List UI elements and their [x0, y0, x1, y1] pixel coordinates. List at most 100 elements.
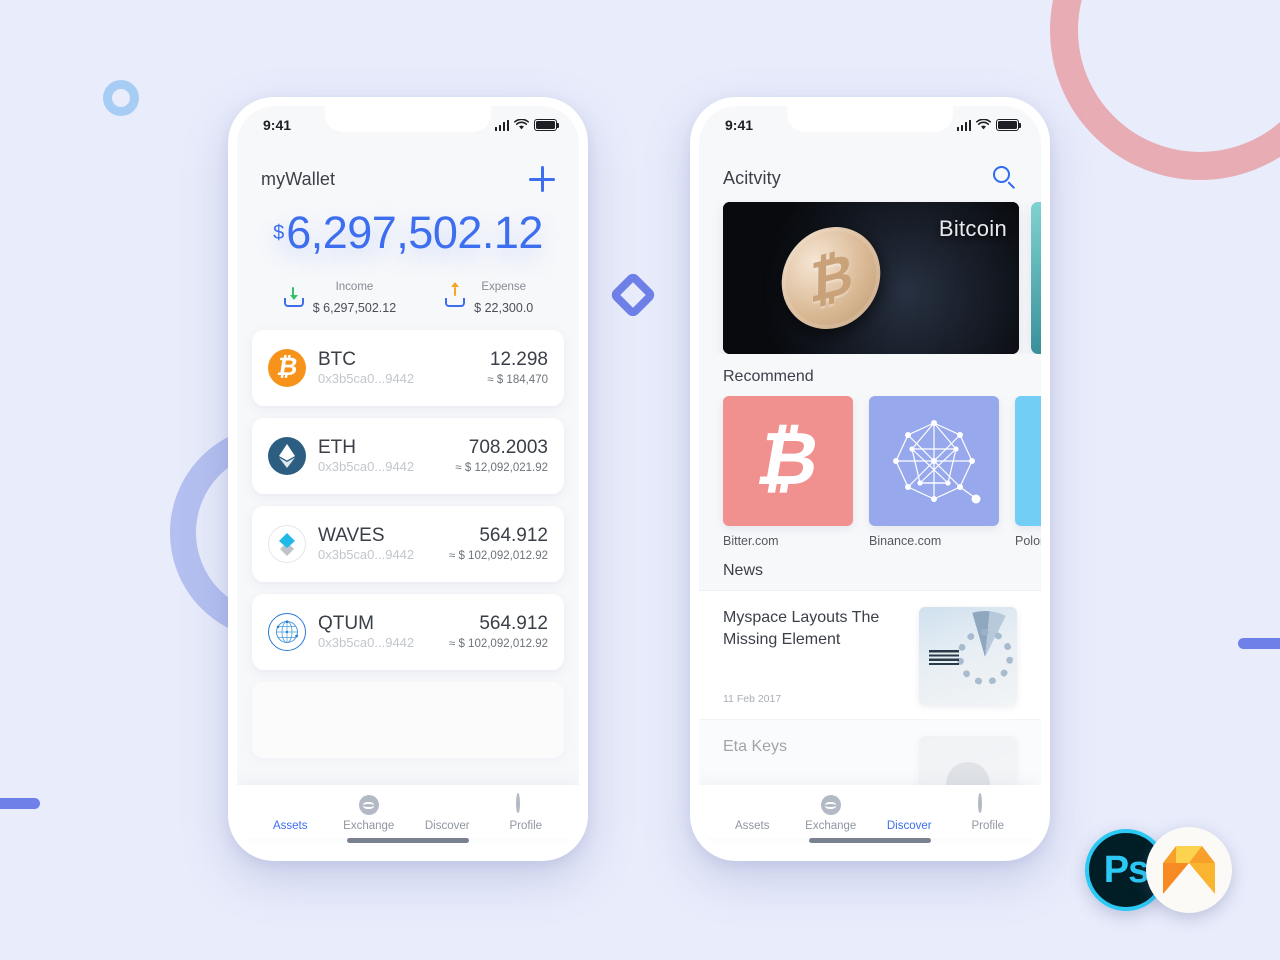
- qtum-coin-icon: [268, 613, 306, 652]
- status-icons: [494, 119, 560, 131]
- bottom-tab-bar: Assets Exchange Discover Profile: [237, 785, 579, 838]
- wallet-screen: 9:41 myWallet $ 6,297,502.12 Income $ 6,…: [237, 106, 579, 852]
- asset-amount: 708.2003: [468, 436, 548, 458]
- phone-discover: 9:41 Acitvity ₿ Bitcoin Recommend ₿ Bitt…: [690, 97, 1050, 861]
- asset-amount: 564.912: [479, 612, 548, 634]
- status-icons: [956, 119, 1022, 131]
- wifi-icon: [976, 119, 991, 130]
- battery-icon: [534, 119, 560, 131]
- btc-coin-icon: ₿: [268, 349, 306, 388]
- add-wallet-button[interactable]: [529, 166, 555, 192]
- discover-screen: 9:41 Acitvity ₿ Bitcoin Recommend ₿ Bitt…: [699, 106, 1041, 852]
- expense-icon: [444, 281, 466, 308]
- tab-label: Profile: [509, 820, 543, 832]
- home-indicator[interactable]: [237, 838, 579, 852]
- tab-exchange[interactable]: Exchange: [334, 795, 404, 832]
- table-row[interactable]: QTUM 0x3b5ca0...9442 564.912 ≈ $ 102,092…: [252, 594, 564, 671]
- list-item[interactable]: Eta Keys: [699, 719, 1041, 785]
- asset-amount: 12.298: [489, 348, 548, 370]
- ibm-logo-icon: [929, 648, 959, 665]
- banner-bitcoin[interactable]: ₿ Bitcoin: [723, 202, 1019, 354]
- exchange-icon: [358, 795, 379, 815]
- binance-network-icon: [869, 396, 999, 526]
- tab-discover[interactable]: Discover: [874, 795, 944, 832]
- tab-profile[interactable]: Profile: [953, 793, 1023, 832]
- search-icon[interactable]: [993, 166, 1017, 190]
- list-item[interactable]: Polone: [1015, 396, 1041, 548]
- bottom-tab-bar: Assets Exchange Discover Profile: [699, 785, 1041, 838]
- asset-fiat-value: ≈ $ 184,470: [487, 373, 548, 386]
- status-time: 9:41: [725, 117, 754, 133]
- table-row[interactable]: ₿ BTC 0x3b5ca0...9442 12.298 ≈ $ 184,470: [252, 330, 564, 407]
- expense-value: $ 22,300.0: [474, 300, 534, 315]
- expense-label: Expense: [481, 281, 527, 293]
- balance-currency-symbol: $: [273, 222, 285, 244]
- recommend-carousel[interactable]: ₿ Bitter.com Binance.com Polo: [699, 396, 1041, 548]
- status-time: 9:41: [263, 117, 292, 133]
- table-row[interactable]: ETH 0x3b5ca0...9442 708.2003 ≈ $ 12,092,…: [252, 418, 564, 495]
- tab-assets[interactable]: Assets: [255, 795, 325, 832]
- table-row-partial[interactable]: [252, 682, 564, 759]
- asset-address: 0x3b5ca0...9442: [318, 546, 415, 562]
- tab-exchange[interactable]: Exchange: [796, 795, 866, 832]
- tab-discover[interactable]: Discover: [412, 795, 482, 832]
- sketch-badge-icon: [1146, 827, 1232, 913]
- table-row[interactable]: WAVES 0x3b5ca0...9442 564.912 ≈ $ 102,09…: [252, 506, 564, 583]
- recommend-name: Binance.com: [869, 534, 942, 548]
- list-item[interactable]: Myspace Layouts The Missing Element 11 F…: [699, 590, 1041, 719]
- expense-summary[interactable]: Expense $ 22,300.0: [444, 275, 533, 318]
- bitcoin-b-icon: ₿: [723, 396, 853, 526]
- section-title-recommend: Recommend: [723, 368, 814, 385]
- poloniex-icon: [1015, 396, 1041, 526]
- asset-list[interactable]: ₿ BTC 0x3b5ca0...9442 12.298 ≈ $ 184,470…: [237, 322, 579, 785]
- balance-block: $ 6,297,502.12 Income $ 6,297,502.12 Exp…: [237, 202, 579, 322]
- news-list[interactable]: Myspace Layouts The Missing Element 11 F…: [699, 590, 1041, 785]
- balance-amount-row: $ 6,297,502.12: [273, 210, 543, 255]
- news-title: Myspace Layouts The Missing Element: [723, 609, 880, 648]
- home-indicator[interactable]: [699, 838, 1041, 852]
- wifi-icon: [514, 119, 529, 130]
- signal-icon: [956, 119, 971, 131]
- news-date: 11 Feb 2017: [723, 693, 782, 705]
- asset-amount: 564.912: [479, 524, 548, 546]
- banner-carousel[interactable]: ₿ Bitcoin: [699, 200, 1041, 354]
- list-item[interactable]: Binance.com: [869, 396, 999, 548]
- phone-wallet: 9:41 myWallet $ 6,297,502.12 Income $ 6,…: [228, 97, 588, 861]
- news-thumbnail: [919, 607, 1017, 705]
- tab-label: Discover: [886, 820, 932, 832]
- tab-label: Profile: [971, 820, 1005, 832]
- decorative-blue-ring: [103, 80, 139, 116]
- battery-icon: [996, 119, 1022, 131]
- tab-assets[interactable]: Assets: [717, 795, 787, 832]
- asset-address: 0x3b5ca0...9442: [318, 634, 415, 650]
- page-title: myWallet: [261, 168, 336, 189]
- list-item[interactable]: ₿ Bitter.com: [723, 396, 853, 548]
- waves-coin-icon: [268, 525, 306, 564]
- recommend-name: Polone: [1015, 534, 1041, 548]
- tab-label: Exchange: [343, 820, 395, 832]
- banner-next[interactable]: [1031, 202, 1041, 354]
- wallet-nav-bar: myWallet: [237, 144, 579, 202]
- asset-symbol: WAVES: [318, 524, 385, 546]
- decorative-diamond-icon: [608, 270, 658, 320]
- exchange-icon: [820, 795, 841, 815]
- section-title-news: News: [723, 562, 764, 579]
- discover-content[interactable]: ₿ Bitcoin Recommend ₿ Bitter.com Binance…: [699, 200, 1041, 785]
- asset-address: 0x3b5ca0...9442: [318, 458, 415, 474]
- status-bar: 9:41: [237, 106, 579, 144]
- asset-fiat-value: ≈ $ 102,092,012.92: [448, 637, 548, 650]
- balance-amount: 6,297,502.12: [286, 207, 543, 258]
- banner-label: Bitcoin: [938, 216, 1007, 241]
- status-bar: 9:41: [699, 106, 1041, 144]
- asset-fiat-value: ≈ $ 12,092,021.92: [455, 461, 548, 474]
- asset-address: 0x3b5ca0...9442: [318, 370, 415, 386]
- tab-label: Assets: [734, 820, 770, 832]
- income-value: $ 6,297,502.12: [312, 300, 397, 315]
- tab-label: Discover: [424, 820, 470, 832]
- income-summary[interactable]: Income $ 6,297,502.12: [283, 275, 396, 318]
- tab-profile[interactable]: Profile: [491, 793, 561, 832]
- signal-icon: [494, 119, 509, 131]
- profile-icon: [515, 793, 520, 814]
- income-icon: [283, 286, 305, 308]
- photoshop-label: Ps: [1103, 848, 1149, 891]
